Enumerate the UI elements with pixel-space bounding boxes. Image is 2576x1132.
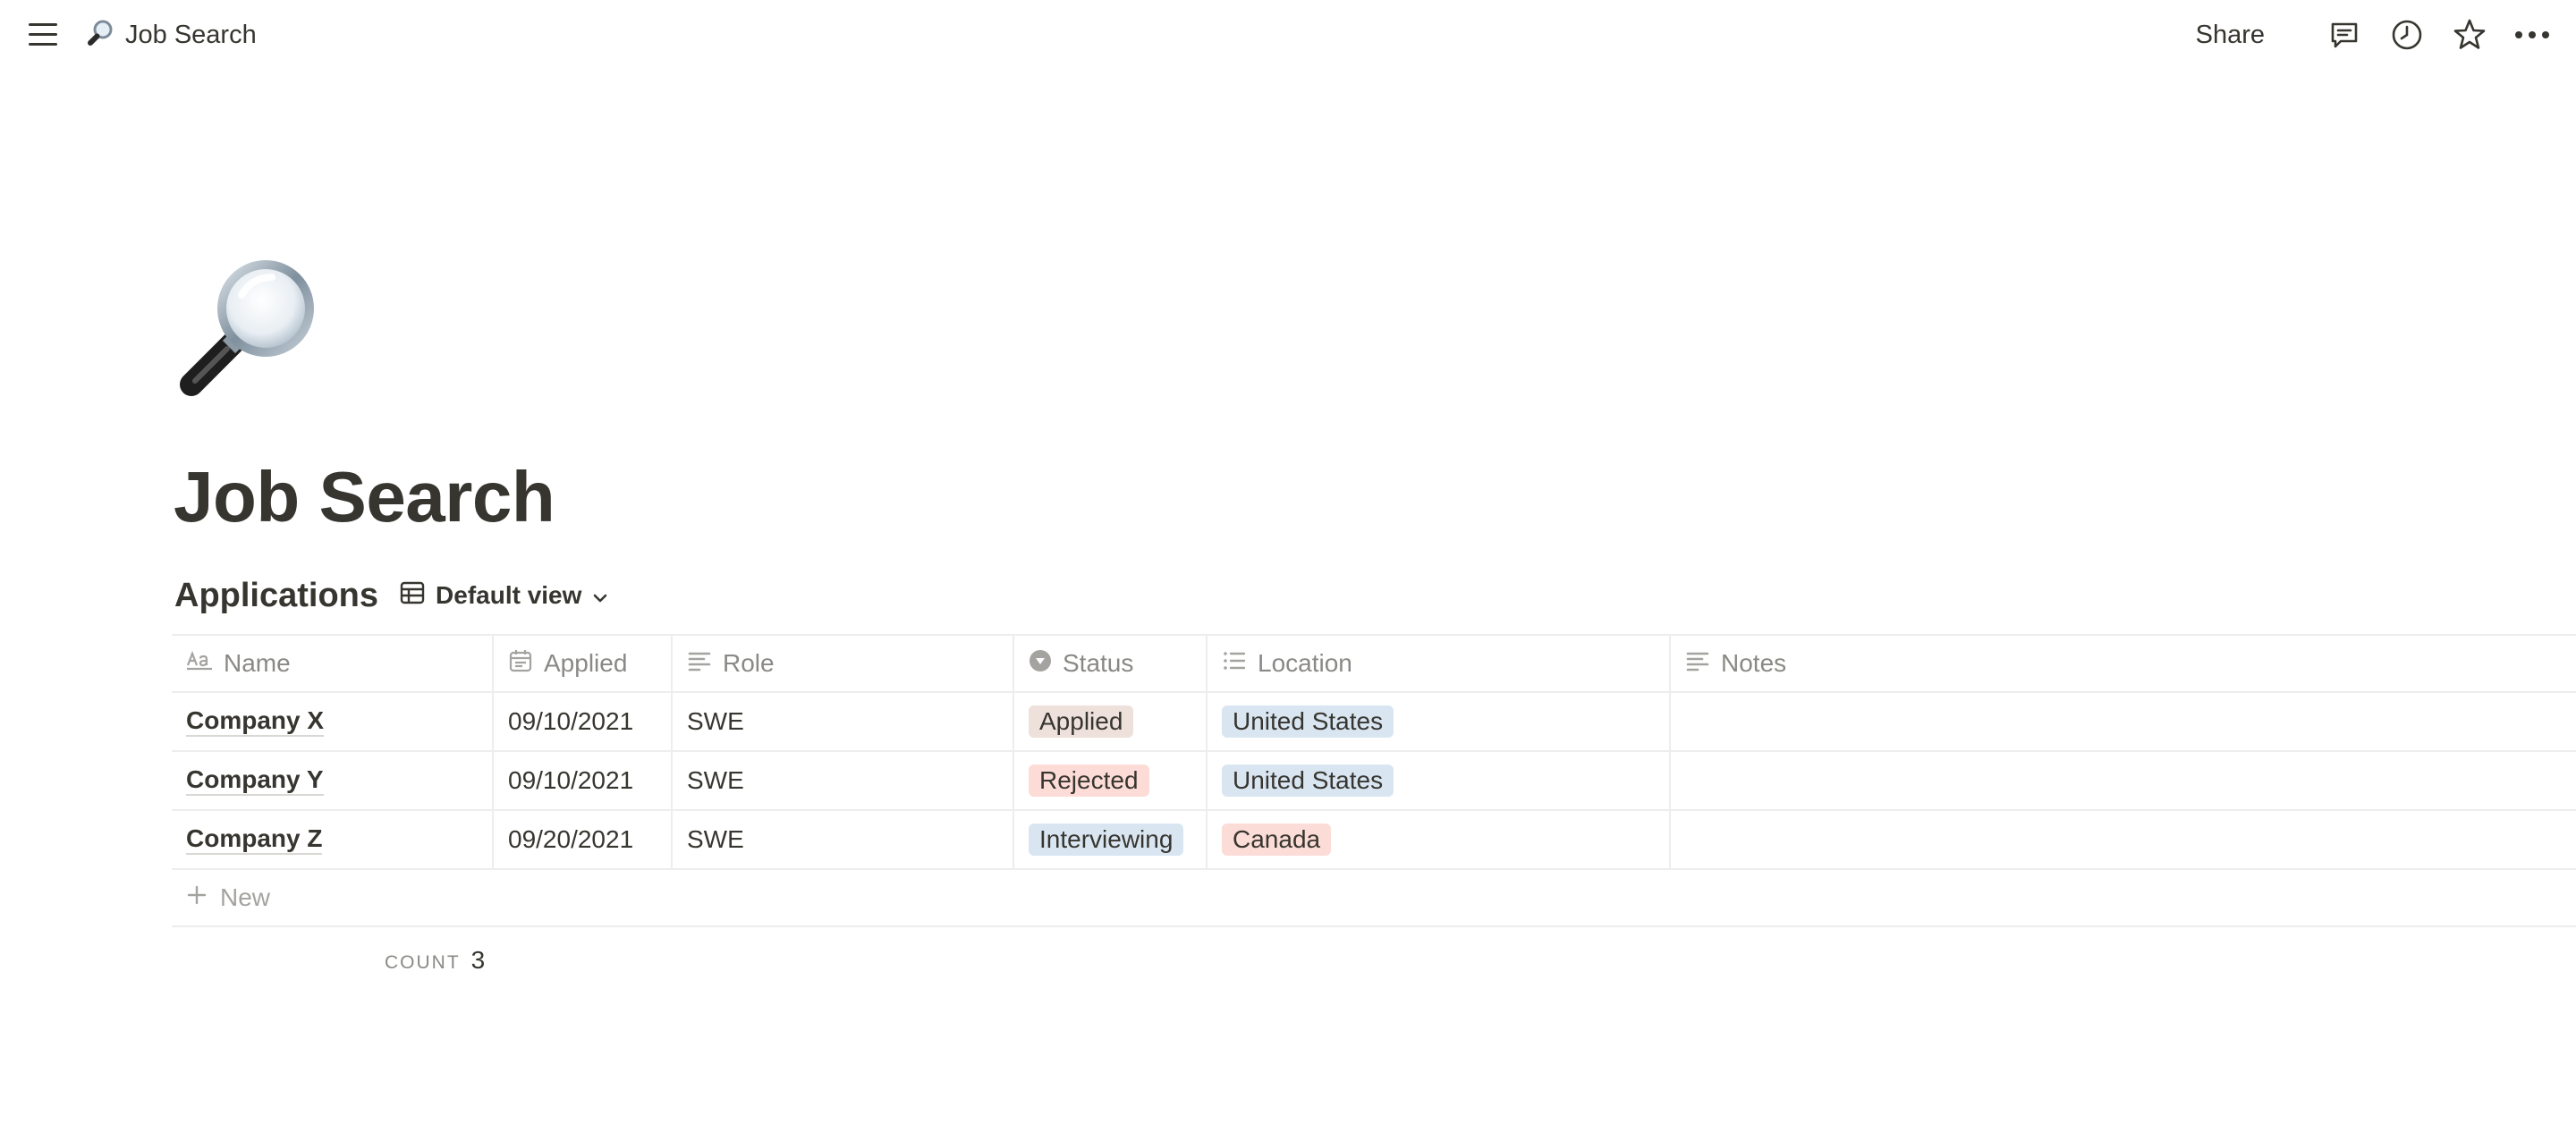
location-cell[interactable]: United States: [1208, 752, 1671, 809]
status-tag: Applied: [1029, 705, 1134, 738]
column-header-label: Name: [224, 649, 291, 677]
chevron-down-icon: [592, 581, 608, 610]
name-cell[interactable]: Company X: [172, 693, 494, 750]
applied-cell[interactable]: 09/10/2021: [494, 693, 673, 750]
notes-cell[interactable]: [1671, 693, 2576, 750]
breadcrumb[interactable]: Job Search: [84, 16, 257, 54]
text-lines-icon: [1685, 649, 1710, 678]
database-header: Applications Default view: [174, 572, 608, 619]
list-icon: [1222, 649, 1247, 678]
role-cell[interactable]: SWE: [673, 752, 1014, 809]
applied-cell[interactable]: 09/20/2021: [494, 811, 673, 868]
count-value: 3: [470, 946, 486, 974]
text-lines-icon: [687, 649, 712, 678]
status-cell[interactable]: Interviewing: [1014, 811, 1208, 868]
column-header-name[interactable]: Name: [172, 636, 494, 691]
table-row[interactable]: Company Z 09/20/2021 SWE Interviewing Ca…: [172, 811, 2576, 870]
column-header-status[interactable]: Status: [1014, 636, 1208, 691]
role-cell[interactable]: SWE: [673, 693, 1014, 750]
name-cell[interactable]: Company Y: [172, 752, 494, 809]
column-header-label: Status: [1063, 649, 1134, 677]
top-right-actions: Share: [2196, 13, 2555, 57]
count-calculation[interactable]: COUNT 3: [385, 946, 485, 975]
new-row-label: New: [220, 883, 271, 911]
row-name[interactable]: Company X: [186, 706, 325, 738]
hamburger-menu-icon[interactable]: [25, 20, 61, 50]
page-title[interactable]: Job Search: [174, 456, 555, 538]
breadcrumb-title: Job Search: [125, 20, 257, 49]
star-icon[interactable]: [2447, 13, 2492, 57]
applied-cell[interactable]: 09/10/2021: [494, 752, 673, 809]
share-button[interactable]: Share: [2196, 21, 2265, 50]
column-header-location[interactable]: Location: [1208, 636, 1671, 691]
new-row-button[interactable]: New: [172, 870, 2576, 927]
calendar-icon: [508, 648, 533, 680]
top-bar: Job Search Share: [0, 0, 2576, 70]
status-cell[interactable]: Rejected: [1014, 752, 1208, 809]
clock-history-icon[interactable]: [2385, 13, 2429, 57]
notes-cell[interactable]: [1671, 811, 2576, 868]
comment-icon[interactable]: [2322, 13, 2367, 57]
table-row[interactable]: Company Y 09/10/2021 SWE Rejected United…: [172, 752, 2576, 811]
table-header-row: Name Applied Role Status Location Notes: [172, 634, 2576, 693]
location-tag: United States: [1222, 765, 1394, 797]
table-row[interactable]: Company X 09/10/2021 SWE Applied United …: [172, 693, 2576, 752]
plus-icon: [186, 883, 208, 912]
more-dots-icon[interactable]: [2510, 13, 2555, 57]
column-header-label: Notes: [1721, 649, 1787, 677]
location-tag: United States: [1222, 705, 1394, 738]
view-label: Default view: [436, 581, 582, 609]
count-label: COUNT: [385, 952, 461, 973]
column-header-label: Location: [1258, 649, 1352, 677]
column-header-label: Role: [723, 649, 775, 677]
row-name[interactable]: Company Y: [186, 765, 324, 797]
location-cell[interactable]: Canada: [1208, 811, 1671, 868]
page-icon[interactable]: [172, 250, 324, 402]
role-cell[interactable]: SWE: [673, 811, 1014, 868]
name-cell[interactable]: Company Z: [172, 811, 494, 868]
status-tag: Interviewing: [1029, 824, 1184, 856]
magnifying-glass-icon: [84, 18, 114, 53]
column-header-label: Applied: [544, 649, 628, 677]
database-title[interactable]: Applications: [174, 577, 378, 615]
table-view-icon: [400, 580, 425, 612]
location-cell[interactable]: United States: [1208, 693, 1671, 750]
status-cell[interactable]: Applied: [1014, 693, 1208, 750]
status-tag: Rejected: [1029, 765, 1149, 797]
column-header-role[interactable]: Role: [673, 636, 1014, 691]
location-tag: Canada: [1222, 824, 1332, 856]
text-aa-icon: [186, 649, 213, 678]
row-name[interactable]: Company Z: [186, 824, 323, 856]
view-selector-button[interactable]: Default view: [400, 580, 608, 612]
column-header-notes[interactable]: Notes: [1671, 636, 2576, 691]
column-header-applied[interactable]: Applied: [494, 636, 673, 691]
notes-cell[interactable]: [1671, 752, 2576, 809]
applications-table: Name Applied Role Status Location Notes …: [172, 634, 2576, 927]
select-circle-icon: [1029, 649, 1052, 679]
